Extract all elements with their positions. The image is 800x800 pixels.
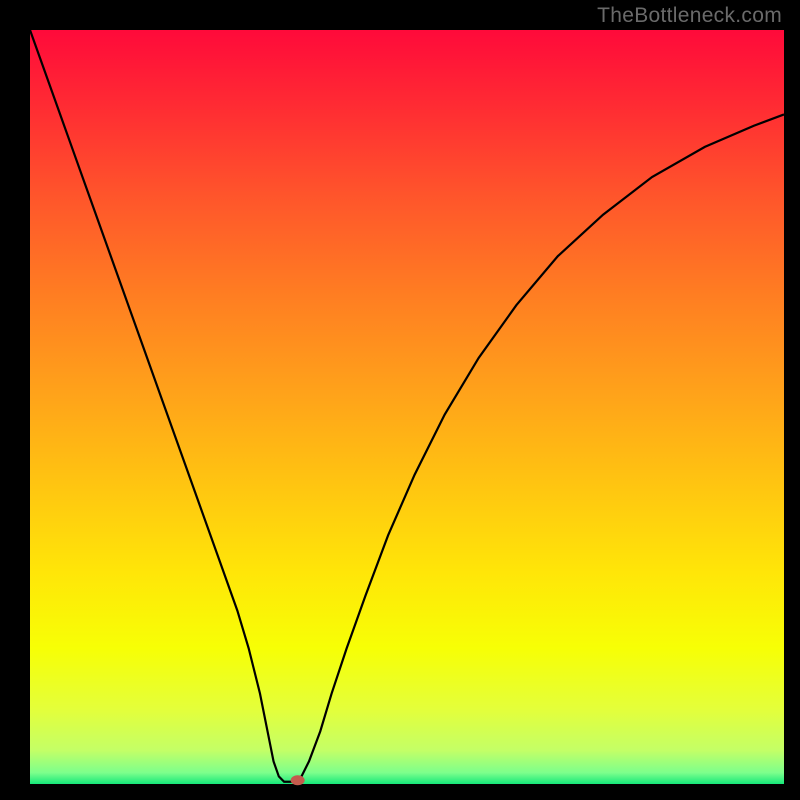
- optimum-marker: [291, 775, 305, 785]
- chart-frame: TheBottleneck.com: [0, 0, 800, 800]
- plot-background: [30, 30, 784, 784]
- bottleneck-curve-chart: [0, 0, 800, 800]
